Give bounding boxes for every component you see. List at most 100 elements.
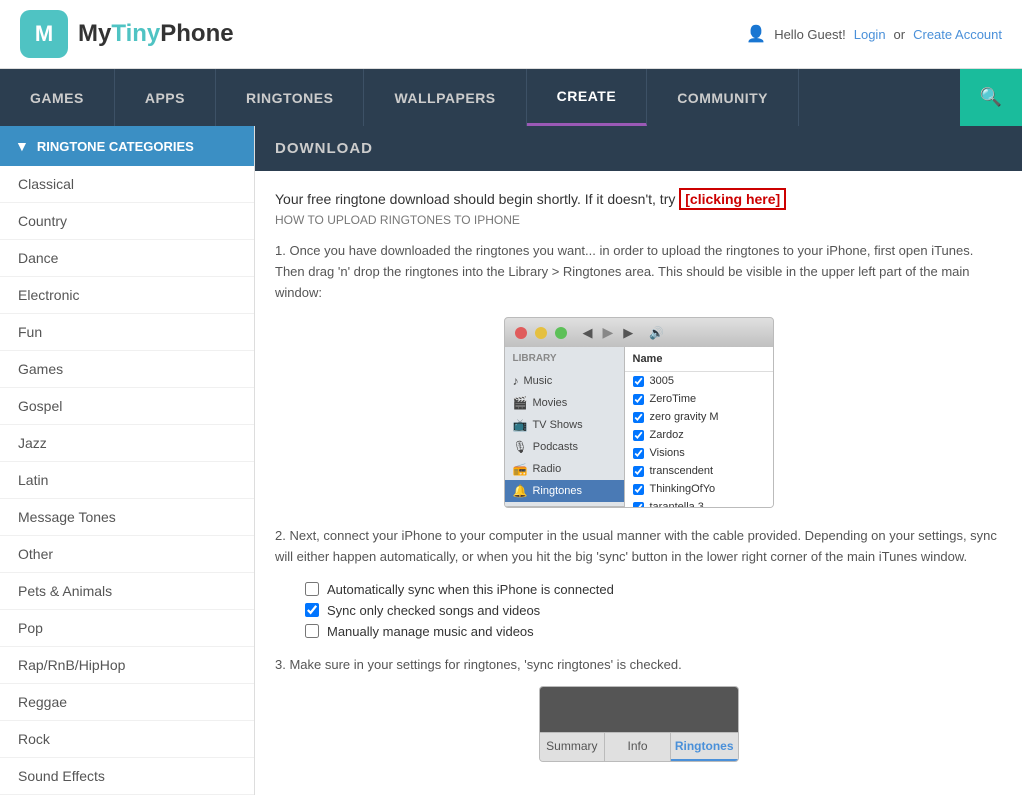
- list-item: Message Tones: [0, 499, 254, 536]
- close-dot: [515, 327, 527, 339]
- category-country[interactable]: Country: [0, 203, 254, 239]
- nav-item-games[interactable]: GAMES: [0, 69, 115, 126]
- list-item: Reggae: [0, 684, 254, 721]
- logo-tiny: Tiny: [111, 20, 160, 47]
- category-rap[interactable]: Rap/RnB/HipHop: [0, 647, 254, 683]
- sidebar-header: ▼ RINGTONE CATEGORIES: [0, 126, 254, 166]
- list-item: Gospel: [0, 388, 254, 425]
- itunes-store-header: STORE: [505, 506, 624, 508]
- category-dance[interactable]: Dance: [0, 240, 254, 276]
- itunes-track-5: Visions: [625, 444, 773, 462]
- category-pets-animals[interactable]: Pets & Animals: [0, 573, 254, 609]
- list-item: Other: [0, 536, 254, 573]
- list-item: Sound Effects: [0, 758, 254, 795]
- minimize-dot: [535, 327, 547, 339]
- header-right: 👤 Hello Guest! Login or Create Account: [746, 24, 1002, 44]
- list-item: Jazz: [0, 425, 254, 462]
- itunes-top-bar: ◀ ▶ ▶ 🔊: [505, 318, 773, 347]
- ringtones-icon: 🔔: [513, 484, 528, 498]
- logo-my: My: [78, 20, 111, 47]
- iphone-tabs: Summary Info Ringtones: [540, 732, 738, 761]
- iphone-tab-summary[interactable]: Summary: [540, 733, 606, 761]
- list-item: Rap/RnB/HipHop: [0, 647, 254, 684]
- category-latin[interactable]: Latin: [0, 462, 254, 498]
- sidebar: ▼ RINGTONE CATEGORIES Classical Country …: [0, 126, 255, 795]
- itunes-lib-tvshows: 📺 TV Shows: [505, 414, 624, 436]
- category-gospel[interactable]: Gospel: [0, 388, 254, 424]
- maximize-dot: [555, 327, 567, 339]
- iphone-tab-ringtones[interactable]: Ringtones: [671, 733, 738, 761]
- itunes-lib-ringtones: 🔔 Ringtones: [505, 480, 624, 502]
- nav-search-button[interactable]: 🔍: [960, 69, 1022, 126]
- login-link[interactable]: Login: [854, 27, 886, 42]
- category-reggae[interactable]: Reggae: [0, 684, 254, 720]
- list-item: Pop: [0, 610, 254, 647]
- sync-checked-label: Sync only checked songs and videos: [327, 603, 540, 618]
- logo-phone: Phone: [160, 20, 233, 47]
- itunes-forward-icon: ▶: [623, 325, 633, 341]
- clicking-here-link[interactable]: [clicking here]: [679, 188, 786, 210]
- sidebar-header-label: RINGTONE CATEGORIES: [37, 139, 194, 154]
- auto-sync-checkbox[interactable]: [305, 582, 319, 596]
- iphone-tab-info[interactable]: Info: [605, 733, 671, 761]
- nav-item-apps[interactable]: APPS: [115, 69, 216, 126]
- category-electronic[interactable]: Electronic: [0, 277, 254, 313]
- download-body: Your free ringtone download should begin…: [255, 171, 1022, 782]
- category-pop[interactable]: Pop: [0, 610, 254, 646]
- hello-guest-text: Hello Guest!: [774, 27, 846, 42]
- itunes-main-panel: Name 3005 ZeroTime zero gravity M Zardoz…: [625, 347, 773, 507]
- podcasts-icon: 🎙: [513, 440, 528, 454]
- itunes-track-3: zero gravity M: [625, 408, 773, 426]
- download-header: DOWNLOAD: [255, 126, 1022, 171]
- intro-text: Your free ringtone download should begin…: [275, 191, 675, 207]
- itunes-name-header: Name: [625, 347, 773, 372]
- manually-manage-label: Manually manage music and videos: [327, 624, 534, 639]
- main-content: DOWNLOAD Your free ringtone download sho…: [255, 126, 1022, 795]
- category-message-tones[interactable]: Message Tones: [0, 499, 254, 535]
- intro-paragraph: Your free ringtone download should begin…: [275, 191, 1002, 207]
- nav-item-create[interactable]: CREATE: [527, 69, 648, 126]
- nav-item-ringtones[interactable]: RINGTONES: [216, 69, 364, 126]
- list-item: Country: [0, 203, 254, 240]
- list-item: Rock: [0, 721, 254, 758]
- logo-text: MyTinyPhone: [78, 20, 234, 48]
- music-icon: ♪: [513, 374, 519, 388]
- step2-text: 2. Next, connect your iPhone to your com…: [275, 526, 1002, 568]
- itunes-track-2: ZeroTime: [625, 390, 773, 408]
- or-text: or: [894, 27, 906, 42]
- logo-icon: M: [20, 10, 68, 58]
- itunes-lib-music: ♪ Music: [505, 370, 624, 392]
- list-item: Games: [0, 351, 254, 388]
- logo-area: M MyTinyPhone: [20, 10, 234, 58]
- nav-item-community[interactable]: COMMUNITY: [647, 69, 799, 126]
- checkbox-row-2: Sync only checked songs and videos: [305, 603, 1002, 618]
- category-sound-effects[interactable]: Sound Effects: [0, 758, 254, 794]
- itunes-sidebar: LIBRARY ♪ Music 🎬 Movies 📺 TV Shows 🎙 Po…: [505, 347, 625, 507]
- category-fun[interactable]: Fun: [0, 314, 254, 350]
- header: M MyTinyPhone 👤 Hello Guest! Login or Cr…: [0, 0, 1022, 69]
- sync-checked-checkbox[interactable]: [305, 603, 319, 617]
- itunes-play-icon: ▶: [603, 324, 614, 341]
- sync-options: Automatically sync when this iPhone is c…: [305, 582, 1002, 639]
- user-icon: 👤: [746, 24, 766, 44]
- category-other[interactable]: Other: [0, 536, 254, 572]
- category-jazz[interactable]: Jazz: [0, 425, 254, 461]
- category-games[interactable]: Games: [0, 351, 254, 387]
- list-item: Classical: [0, 166, 254, 203]
- movies-icon: 🎬: [513, 396, 528, 410]
- itunes-lib-podcasts: 🎙 Podcasts: [505, 436, 624, 458]
- nav-item-wallpapers[interactable]: WALLPAPERS: [364, 69, 526, 126]
- radio-icon: 📻: [513, 462, 528, 476]
- create-account-link[interactable]: Create Account: [913, 27, 1002, 42]
- auto-sync-label: Automatically sync when this iPhone is c…: [327, 582, 614, 597]
- upload-title: HOW TO UPLOAD RINGTONES TO IPHONE: [275, 213, 1002, 227]
- itunes-body: LIBRARY ♪ Music 🎬 Movies 📺 TV Shows 🎙 Po…: [505, 347, 773, 507]
- manually-manage-checkbox[interactable]: [305, 624, 319, 638]
- list-item: Electronic: [0, 277, 254, 314]
- list-item: Latin: [0, 462, 254, 499]
- itunes-volume-icon: 🔊: [649, 326, 664, 340]
- category-rock[interactable]: Rock: [0, 721, 254, 757]
- itunes-track-4: Zardoz: [625, 426, 773, 444]
- step3-text: 3. Make sure in your settings for ringto…: [275, 657, 1002, 672]
- category-classical[interactable]: Classical: [0, 166, 254, 202]
